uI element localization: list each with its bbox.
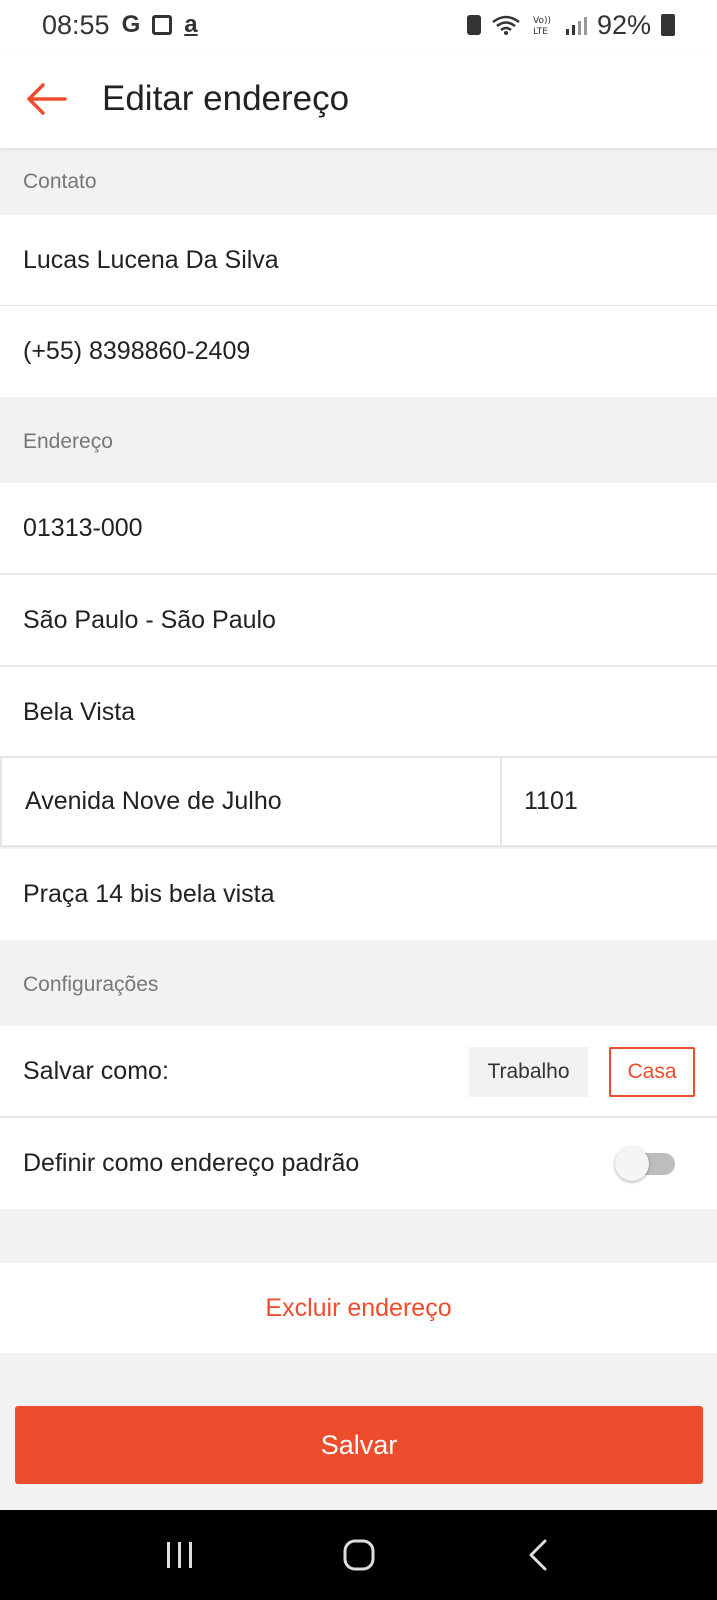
save-as-row: Salvar como: Trabalho Casa xyxy=(0,1026,717,1117)
system-back-button[interactable] xyxy=(498,1525,578,1585)
google-icon: G xyxy=(121,11,141,38)
section-header-settings: Configurações xyxy=(0,940,717,1026)
section-header-address: Endereço xyxy=(0,397,717,483)
default-address-row: Definir como endereço padrão xyxy=(0,1118,717,1209)
zip-field[interactable]: 01313-000 xyxy=(0,483,717,574)
page-title: Editar endereço xyxy=(102,79,350,118)
system-nav-bar xyxy=(0,1510,717,1600)
name-field[interactable]: Lucas Lucena Da Silva xyxy=(0,215,717,306)
recent-apps-icon xyxy=(166,1542,192,1568)
city-state-field[interactable]: São Paulo - São Paulo xyxy=(0,575,717,666)
save-button[interactable]: Salvar xyxy=(15,1406,703,1484)
chip-casa[interactable]: Casa xyxy=(609,1046,695,1097)
back-icon xyxy=(529,1539,546,1571)
home-button[interactable] xyxy=(319,1525,399,1585)
amazon-icon: a xyxy=(184,11,198,38)
battery-level: 92% xyxy=(596,9,651,40)
toggle-knob xyxy=(615,1146,649,1181)
svg-text:LTE: LTE xyxy=(533,27,548,37)
battery-icon xyxy=(661,14,675,36)
volte-icon: Vo)) LTE xyxy=(533,16,551,37)
delete-address-button[interactable]: Excluir endereço xyxy=(0,1263,717,1353)
phone-field[interactable]: (+55) 8398860-2409 xyxy=(0,306,717,397)
street-field[interactable]: Avenida Nove de Julho xyxy=(0,758,500,845)
number-field[interactable]: 1101 xyxy=(500,758,717,845)
status-time: 08:55 xyxy=(42,9,110,40)
default-address-label: Definir como endereço padrão xyxy=(23,1149,360,1177)
default-address-toggle[interactable] xyxy=(615,1146,675,1181)
svg-text:Vo)): Vo)) xyxy=(533,16,551,26)
chip-trabalho[interactable]: Trabalho xyxy=(469,1046,588,1097)
arrow-left-icon xyxy=(27,83,67,115)
status-bar: 08:55 G a Vo)) LTE 92% xyxy=(0,0,717,50)
app-bar: Editar endereço xyxy=(0,50,717,148)
recent-apps-button[interactable] xyxy=(140,1525,220,1585)
save-as-label: Salvar como: xyxy=(23,1057,169,1085)
neighborhood-field[interactable]: Bela Vista xyxy=(0,667,717,758)
store-icon xyxy=(152,15,173,35)
home-icon xyxy=(343,1539,374,1571)
back-button[interactable] xyxy=(0,50,96,148)
wifi-icon xyxy=(492,15,520,35)
street-number-row: Avenida Nove de Julho 1101 xyxy=(0,756,717,847)
signal-icon xyxy=(565,17,587,35)
battery-saver-icon xyxy=(466,15,481,35)
complement-field[interactable]: Praça 14 bis bela vista xyxy=(0,849,717,940)
section-header-contact: Contato xyxy=(0,148,717,215)
